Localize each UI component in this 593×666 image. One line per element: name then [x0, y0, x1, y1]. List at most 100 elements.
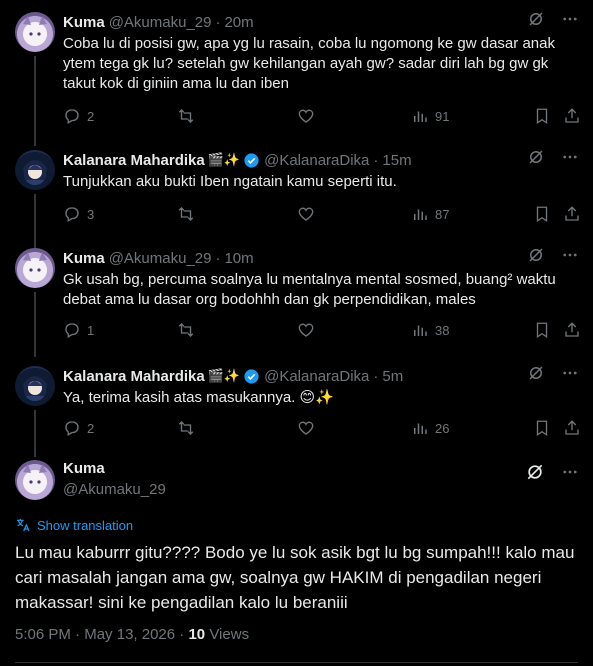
- views-button[interactable]: 87: [411, 205, 449, 223]
- views-count: 10: [188, 626, 206, 643]
- tweet-top-icons: [527, 364, 579, 382]
- views-button[interactable]: 38: [411, 321, 449, 339]
- separator: ·: [373, 151, 379, 169]
- timestamp[interactable]: 10m: [224, 250, 253, 267]
- author-name[interactable]: Kalanara Mahardika: [63, 152, 205, 169]
- share-button[interactable]: [563, 419, 581, 437]
- verified-badge-icon[interactable]: [243, 152, 260, 169]
- bookmark-icon: [536, 420, 548, 437]
- show-translation-label: Show translation: [37, 517, 134, 533]
- retweet-icon: [178, 207, 194, 221]
- more-icon[interactable]: [561, 148, 579, 166]
- name-emoji: 🎬✨: [207, 152, 241, 167]
- timestamp[interactable]: 20m: [224, 14, 253, 31]
- author-handle[interactable]: @Akumaku_29: [109, 14, 212, 31]
- reply-button[interactable]: 2: [63, 419, 94, 437]
- reply-button[interactable]: 3: [63, 205, 94, 223]
- share-button[interactable]: [563, 107, 581, 125]
- bookmark-button[interactable]: [533, 107, 551, 125]
- grok-icon[interactable]: [527, 364, 545, 382]
- author-name[interactable]: Kalanara Mahardika: [63, 368, 205, 385]
- reply-icon: [65, 207, 79, 222]
- bookmark-button[interactable]: [533, 205, 551, 223]
- author-handle[interactable]: @Akumaku_29: [109, 250, 212, 267]
- like-button[interactable]: [297, 321, 321, 339]
- author-handle[interactable]: @KalanaraDika: [264, 368, 369, 385]
- views-icon: [414, 209, 427, 220]
- retweet-icon: [178, 109, 194, 123]
- name-emoji: 🎬✨: [207, 368, 241, 383]
- reply-icon: [65, 323, 79, 338]
- heart-icon: [298, 109, 314, 123]
- tweet-header: Kalanara Mahardika 🎬✨ @KalanaraDika · 15…: [63, 150, 412, 170]
- author-handle[interactable]: @Akumaku_29: [63, 481, 166, 498]
- heart-icon: [298, 207, 314, 221]
- post-time[interactable]: 5:06 PM: [15, 626, 71, 643]
- views-icon: [414, 423, 427, 434]
- bookmark-button[interactable]: [533, 419, 551, 437]
- bookmark-button[interactable]: [533, 321, 551, 339]
- views-button[interactable]: 91: [411, 107, 449, 125]
- conversation-thread: Kuma @Akumaku_29 · 20m Coba lu di posisi…: [0, 0, 593, 666]
- avatar[interactable]: [15, 460, 55, 500]
- like-button[interactable]: [297, 419, 321, 437]
- share-icon: [565, 206, 579, 221]
- divider: [15, 662, 578, 663]
- post-date[interactable]: May 13, 2026: [84, 626, 175, 643]
- author-name[interactable]: Kuma: [63, 14, 105, 31]
- timestamp[interactable]: 5m: [382, 368, 403, 385]
- retweet-button[interactable]: [177, 205, 201, 223]
- avatar[interactable]: [15, 366, 55, 406]
- verified-badge-icon[interactable]: [243, 368, 260, 385]
- reply-count: 2: [87, 108, 95, 124]
- views-icon: [414, 111, 427, 122]
- translate-icon: [17, 519, 30, 532]
- tweet-text: Gk usah bg, percuma soalnya lu mentalnya…: [63, 271, 556, 308]
- heart-icon: [298, 421, 314, 435]
- view-count: 91: [435, 108, 450, 124]
- views-button[interactable]: 26: [411, 419, 449, 437]
- more-icon[interactable]: [561, 10, 579, 28]
- retweet-button[interactable]: [177, 419, 201, 437]
- avatar[interactable]: [15, 248, 55, 288]
- separator: ·: [215, 13, 221, 31]
- grok-icon[interactable]: [525, 462, 545, 482]
- separator: ·: [215, 249, 221, 267]
- author-name[interactable]: Kuma: [63, 460, 105, 477]
- grok-icon[interactable]: [527, 246, 545, 264]
- avatar[interactable]: [15, 12, 55, 52]
- reply-button[interactable]: 1: [63, 321, 94, 339]
- tweet-top-icons: [525, 462, 579, 482]
- tweet-meta: 5:06 PM · May 13, 2026 · 10 Views: [15, 626, 249, 643]
- share-icon: [565, 420, 579, 435]
- more-icon[interactable]: [561, 364, 579, 382]
- retweet-icon: [178, 421, 194, 435]
- share-icon: [565, 322, 579, 337]
- reply-button[interactable]: 2: [63, 107, 94, 125]
- more-icon[interactable]: [561, 463, 579, 481]
- retweet-button[interactable]: [177, 107, 201, 125]
- show-translation-link[interactable]: Show translation: [15, 517, 133, 533]
- views-icon: [414, 325, 427, 336]
- action-bar: 3 87: [63, 204, 583, 224]
- thread-line: [34, 410, 36, 457]
- more-icon[interactable]: [561, 246, 579, 264]
- like-button[interactable]: [297, 107, 321, 125]
- thread-line: [34, 292, 36, 357]
- reply-icon: [65, 421, 79, 436]
- bookmark-icon: [536, 206, 548, 223]
- retweet-icon: [178, 323, 194, 337]
- share-button[interactable]: [563, 321, 581, 339]
- timestamp[interactable]: 15m: [382, 152, 411, 169]
- author-name[interactable]: Kuma: [63, 250, 105, 267]
- like-button[interactable]: [297, 205, 321, 223]
- grok-icon[interactable]: [527, 148, 545, 166]
- separator: ·: [179, 626, 185, 643]
- reply-count: 2: [87, 420, 95, 436]
- main-tweet-text: Lu mau kaburrr gitu???? Bodo ye lu sok a…: [15, 543, 575, 612]
- author-handle[interactable]: @KalanaraDika: [264, 152, 369, 169]
- share-button[interactable]: [563, 205, 581, 223]
- grok-icon[interactable]: [527, 10, 545, 28]
- retweet-button[interactable]: [177, 321, 201, 339]
- avatar[interactable]: [15, 150, 55, 190]
